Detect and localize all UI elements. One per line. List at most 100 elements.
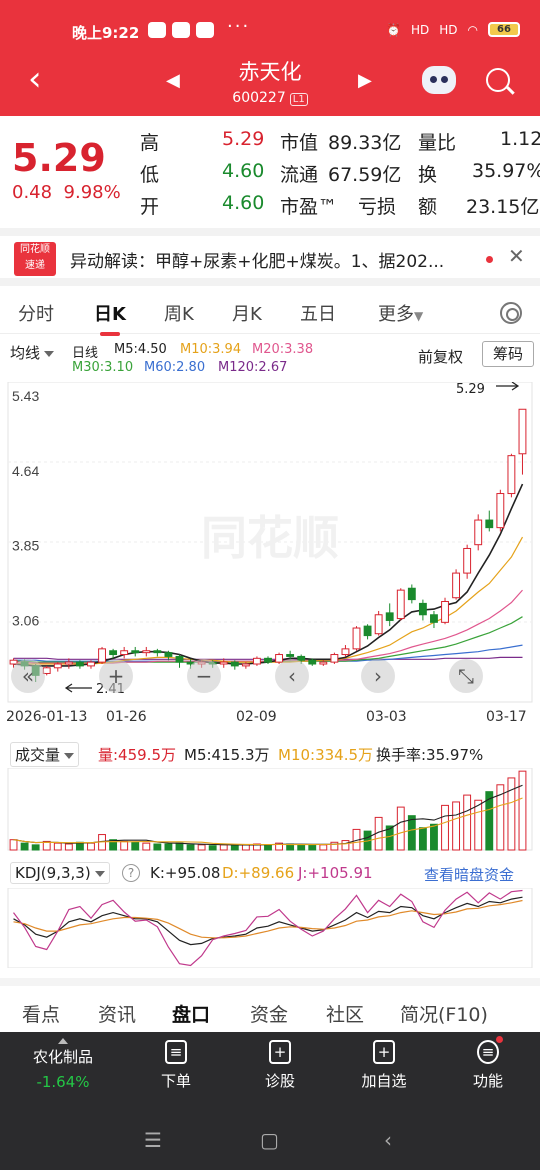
menu-nav-icon[interactable]: ☰ [144,1128,162,1152]
high-price-label: 5.29 [456,382,485,397]
news-text[interactable]: 异动解读：甲醇+尿素+化肥+煤炭。1、据202... [70,247,444,272]
tab-daily-k[interactable]: 日K [94,300,126,336]
change-value: 0.48 [12,182,53,203]
battery-icon: 66 [488,22,520,37]
x-label-3: 03-03 [366,709,407,725]
game-notification-icon [196,22,214,38]
news-bar[interactable]: 同花顺 速递 异动解读：甲醇+尿素+化肥+煤炭。1、据202... ✕ [0,228,540,286]
tab-five-day[interactable]: 五日 [300,300,336,326]
tab-intraday[interactable]: 分时 [18,300,54,326]
amount-value: 23.15亿 [466,196,540,218]
stock-code: 600227 [232,90,286,106]
volume-bar [241,844,250,851]
ma5-label: M5:4.50 [114,342,167,357]
turnover-value: 35.97% [472,160,540,182]
indicator-select[interactable]: 均线 [10,342,54,363]
tab-monthly-k[interactable]: 月K [232,300,262,326]
volume-bar [452,801,461,851]
volume-indicator-select[interactable]: 成交量 [10,742,80,767]
y-tick-3: 3.06 [12,612,39,628]
watermark-logo: 同花顺 [201,511,339,565]
volume-bar [208,845,217,851]
next-stock-icon[interactable]: ▶ [358,70,372,91]
header-bar: 晚上9:22 ··· ⏰ HD HD ◠ 66 ‹ ◀ 赤天化 600227 L1… [0,0,540,116]
float-cap-value: 67.59亿 [328,164,402,186]
candle-body [341,648,350,656]
candle-body [507,455,516,495]
period-tabs: 分时 日K 周K 月K 五日 更多▼ [0,292,540,336]
x-label-0: 2026-01-13 [6,709,88,725]
home-nav-icon[interactable]: ▢ [260,1128,279,1152]
candle-body [98,648,106,663]
volume-chart[interactable] [0,768,540,852]
tab-weekly-k[interactable]: 周K [164,300,194,326]
message-notification-icon [172,22,190,38]
stock-code-line: 600227 L1 [0,90,540,106]
tab-highlights[interactable]: 看点 [22,1000,60,1027]
sector-info[interactable]: 农化制品 -1.64% [20,1038,106,1091]
search-icon[interactable] [486,68,510,92]
functions-button[interactable]: ≡ 功能 [443,1036,533,1091]
volume-bar [474,799,483,851]
help-icon[interactable]: ? [122,864,140,882]
tab-news[interactable]: 资讯 [98,1000,136,1027]
volume-ratio-label: 量比 [418,132,457,154]
ma20-label: M20:3.38 [252,342,314,357]
kdj-indicator-select[interactable]: KDJ(9,3,3) [10,862,110,884]
candle-body [131,650,140,654]
detail-tabs: 看点 资讯 盘口 资金 社区 简况(F10) [0,978,540,1039]
volume-value: 量:459.5万 [98,746,176,764]
volume-bar [53,842,62,851]
add-watch-label: 加自选 [361,1072,407,1090]
kdj-line-k [13,896,523,946]
diagnose-button[interactable]: + 诊股 [235,1040,325,1091]
volume-m10: M10:334.5万 [278,746,374,764]
kline-chart[interactable]: 5.434.643.853.06同花顺5.292.41«+−‹›⤡ [0,382,540,706]
diagnose-label: 诊股 [264,1072,295,1090]
level-badge: L1 [289,93,308,106]
high-value: 5.29 [222,128,265,150]
notification-dot [496,1036,503,1043]
candle-body [53,663,62,669]
chart-settings-icon[interactable] [500,302,522,324]
kdj-chart[interactable] [0,888,540,968]
candle-body [430,614,438,623]
dark-pool-link[interactable]: 查看暗盘资金 [424,864,514,885]
add-watch-button[interactable]: + 加自选 [339,1040,429,1091]
tab-more[interactable]: 更多▼ [378,300,423,326]
sector-percent: -1.64% [36,1073,90,1091]
signal-icon-1: HD [410,22,430,37]
adjust-mode[interactable]: 前复权 [418,346,463,367]
pe-label: 市盈™ [280,196,338,218]
kdj-j-value: J:+105.91 [298,864,373,882]
tab-funds[interactable]: 资金 [250,1000,288,1027]
back-nav-icon[interactable]: ‹ [384,1128,392,1152]
nav-left-icon-glyph: « [22,664,34,688]
order-icon: ≡ [165,1040,187,1064]
tab-order-book[interactable]: 盘口 [172,1000,210,1039]
volume-bar [142,842,151,851]
volume-bar [319,844,328,851]
volume-bar [131,841,140,851]
status-bar: 晚上9:22 ··· ⏰ HD HD ◠ 66 [0,0,540,48]
scroll-left-icon-glyph: ‹ [288,664,296,688]
low-label: 低 [140,164,160,186]
volume-bar [186,844,195,851]
candle-body [363,625,372,637]
stock-title: 赤天化 [238,60,302,84]
diagnose-icon: + [269,1040,291,1064]
turnover-rate-value: 换手率:35.97% [376,746,484,764]
candle-body [219,661,228,665]
ai-assistant-icon[interactable] [422,66,456,94]
candle-body [374,614,383,635]
order-button[interactable]: ≡ 下单 [131,1040,221,1091]
chip-button[interactable]: 筹码 [482,341,534,367]
volume-bar [463,794,472,851]
kdj-frame [7,888,533,968]
close-icon[interactable]: ✕ [508,244,525,268]
tab-f10[interactable]: 简况(F10) [400,1000,488,1027]
tab-community[interactable]: 社区 [326,1000,364,1027]
candle-body [396,589,405,620]
turnover-label: 换 [418,164,438,186]
candle-body [385,612,394,621]
